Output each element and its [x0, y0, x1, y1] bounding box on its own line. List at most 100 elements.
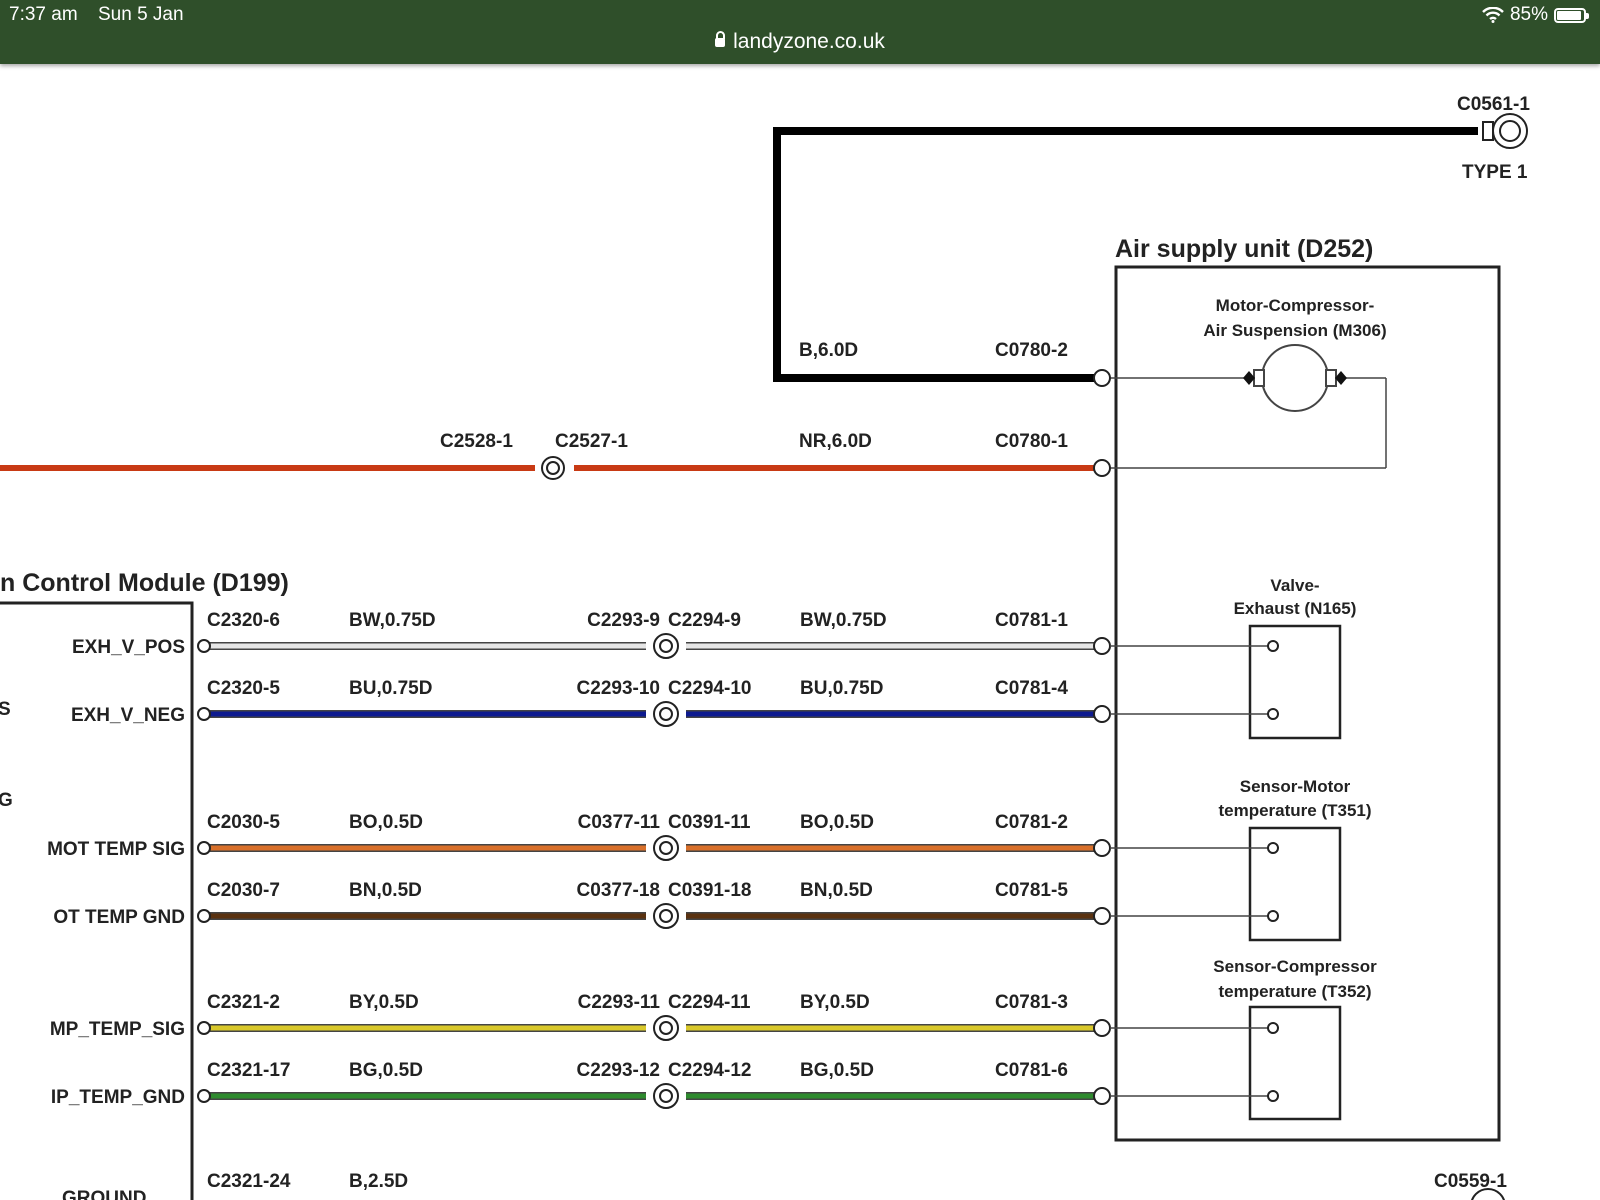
- bottom-connector-label: C0559-1: [1434, 1171, 1507, 1192]
- ground-start-label: C2321-24: [207, 1171, 291, 1192]
- motor-compressor-symbol: [1243, 344, 1347, 412]
- address-bar[interactable]: landyzone.co.uk: [0, 30, 1600, 54]
- pin-connector: [197, 1089, 211, 1103]
- component-terminal: [1267, 708, 1279, 720]
- sensor-motor-box: [1248, 826, 1342, 942]
- wire-nr-spec: NR,6.0D: [799, 431, 872, 452]
- wire-spec-left: BO,0.5D: [349, 812, 423, 833]
- valve-label-1: Valve-: [1270, 576, 1319, 595]
- inline-connector-inner: [659, 639, 673, 653]
- wire-row: IP_TEMP_GND C2321-17 BG,0.5D C2293-12 C2294-…: [51, 1060, 1279, 1109]
- sensor-compressor-box: [1248, 1005, 1342, 1121]
- end-connector: [1093, 907, 1111, 925]
- wire-spec-right: BW,0.75D: [800, 610, 887, 631]
- lock-icon: [715, 31, 726, 47]
- wire-spec-left: BG,0.5D: [349, 1060, 423, 1081]
- top-connector-symbol: [1482, 113, 1528, 149]
- control-module-title: n Control Module (D199): [0, 569, 289, 597]
- motor-internal-wiring: [1102, 377, 1387, 469]
- component-terminal: [1267, 640, 1279, 652]
- pin-label: MOT TEMP SIG: [47, 839, 185, 860]
- control-module-box: [0, 601, 194, 1200]
- wire-spec-left: BY,0.5D: [349, 992, 419, 1013]
- mid-connector-b-label: C2294-12: [668, 1060, 751, 1081]
- status-right: 85%: [1482, 4, 1589, 26]
- wire-b-end-label: C0780-2: [995, 340, 1068, 361]
- end-connector-label: C0781-2: [995, 812, 1068, 833]
- motor-label-2: Air Suspension (M306): [1203, 321, 1386, 340]
- component-terminal: [1267, 842, 1279, 854]
- start-connector-label: C2030-5: [207, 812, 280, 833]
- wire-spec-right: BO,0.5D: [800, 812, 874, 833]
- valve-exhaust-box: [1248, 624, 1342, 740]
- wire-spec-left: BU,0.75D: [349, 678, 432, 699]
- status-bar: 7:37 am Sun 5 Jan landyzone.co.uk 85%: [0, 0, 1600, 64]
- start-connector-label: C2320-5: [207, 678, 280, 699]
- mid-connector-b-label: C2294-9: [668, 610, 741, 631]
- mid-connector-a-label: C2293-10: [577, 678, 660, 699]
- control-module-partial-g: G: [0, 790, 13, 811]
- start-connector-label: C2321-17: [207, 1060, 290, 1081]
- pin-label: MP_TEMP_SIG: [50, 1019, 185, 1040]
- valve-label-2: Exhaust (N165): [1234, 599, 1357, 618]
- end-connector: [1093, 839, 1111, 857]
- mid-connector-b-label: C0391-18: [668, 880, 751, 901]
- pin-label: EXH_V_POS: [72, 637, 185, 658]
- pin-connector: [197, 1021, 211, 1035]
- inline-connector-inner: [659, 841, 673, 855]
- mid-connector-a-label: C0377-11: [578, 812, 661, 833]
- wire-row: EXH_V_POS C2320-6 BW,0.75D C2293-9 C2294-9 BW…: [72, 610, 1279, 659]
- inline-connector-inner: [659, 1021, 673, 1035]
- sensor-motor-label-2: temperature (T351): [1218, 801, 1371, 820]
- end-connector: [1093, 1087, 1111, 1105]
- motor-label-1: Motor-Compressor-: [1216, 296, 1375, 315]
- end-connector: [1093, 459, 1111, 477]
- mid-connector-b-label: C2294-10: [668, 678, 751, 699]
- wiring-diagram: C0561-1 TYPE 1 B,6.0D C0780-2 C2528-1 C2…: [0, 94, 1530, 1200]
- wire-nr-inline-connector: [541, 456, 565, 480]
- wire-spec-right: BU,0.75D: [800, 678, 883, 699]
- wire-row: MP_TEMP_SIG C2321-2 BY,0.5D C2293-11 C2294-1…: [50, 992, 1279, 1041]
- pin-label: IP_TEMP_GND: [51, 1087, 185, 1108]
- inline-connector-inner: [659, 909, 673, 923]
- pin-label: OT TEMP GND: [53, 907, 185, 928]
- status-time: 7:37 am: [9, 4, 78, 25]
- inline-connector-inner: [659, 1089, 673, 1103]
- end-connector-label: C0781-4: [995, 678, 1068, 699]
- wire-spec-right: BN,0.5D: [800, 880, 873, 901]
- component-terminal: [1267, 910, 1279, 922]
- wire-nr-conn-a: C2528-1: [440, 431, 513, 452]
- wire-row: OT TEMP GND C2030-7 BN,0.5D C0377-18 C0391-1…: [53, 880, 1279, 929]
- url-text: landyzone.co.uk: [733, 30, 885, 53]
- ground-spec: B,2.5D: [349, 1171, 408, 1192]
- wire-spec-left: BN,0.5D: [349, 880, 422, 901]
- mid-connector-b-label: C2294-11: [668, 992, 751, 1013]
- battery-percent: 85%: [1509, 4, 1548, 25]
- mid-connector-a-label: C2293-12: [577, 1060, 660, 1081]
- wire-nr-end-label: C0780-1: [995, 431, 1068, 452]
- component-terminal: [1267, 1090, 1279, 1102]
- wire-row: EXH_V_NEG C2320-5 BU,0.75D C2293-10 C2294-10…: [71, 678, 1279, 727]
- control-module-partial-s: S: [0, 699, 11, 720]
- wire-spec-left: BW,0.75D: [349, 610, 436, 631]
- end-connector: [1093, 369, 1111, 387]
- sensor-comp-label-2: temperature (T352): [1218, 982, 1371, 1001]
- wire-nr-conn-b: C2527-1: [555, 431, 628, 452]
- inline-connector-inner: [659, 707, 673, 721]
- pin-connector: [197, 909, 211, 923]
- pin-connector: [197, 639, 211, 653]
- wire-row: MOT TEMP SIG C2030-5 BO,0.5D C0377-11 C0391-…: [47, 812, 1279, 861]
- end-connector: [1093, 637, 1111, 655]
- end-connector: [1093, 705, 1111, 723]
- sensor-comp-label-1: Sensor-Compressor: [1213, 957, 1377, 976]
- wire-spec-right: BG,0.5D: [800, 1060, 874, 1081]
- mid-connector-b-label: C0391-11: [668, 812, 751, 833]
- start-connector-label: C2320-6: [207, 610, 280, 631]
- start-connector-label: C2030-7: [207, 880, 280, 901]
- end-connector-label: C0781-6: [995, 1060, 1068, 1081]
- battery-icon: [1554, 7, 1589, 23]
- signal-wire-rows: EXH_V_POS C2320-6 BW,0.75D C2293-9 C2294-9 BW…: [47, 369, 1279, 1109]
- top-connector-type: TYPE 1: [1462, 162, 1528, 183]
- wire-spec-right: BY,0.5D: [800, 992, 870, 1013]
- status-date: Sun 5 Jan: [98, 4, 184, 25]
